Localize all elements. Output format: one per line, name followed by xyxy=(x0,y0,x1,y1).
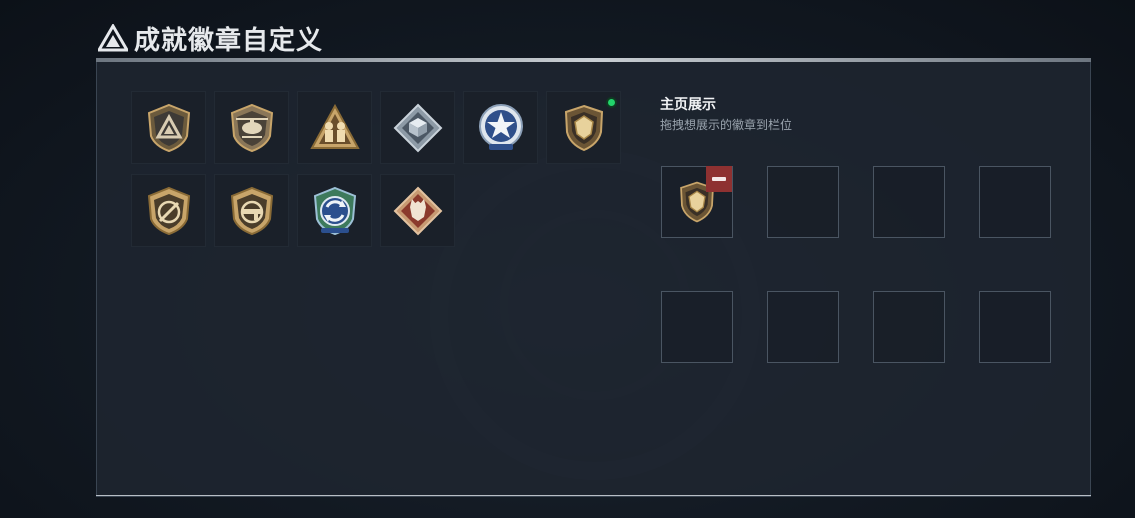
arrows-circle-badge-icon xyxy=(313,186,356,235)
panel-top-border xyxy=(96,58,1091,62)
remove-badge-button[interactable] xyxy=(706,166,732,192)
badge-slot-4[interactable] xyxy=(380,91,455,164)
panel-bottom-border xyxy=(96,495,1091,496)
triangle-shield-badge-icon xyxy=(147,103,190,152)
badge-slot-8[interactable] xyxy=(214,174,289,247)
badge-slot-2[interactable] xyxy=(214,91,289,164)
badge-slot-3[interactable] xyxy=(297,91,372,164)
showcase-slot-8[interactable] xyxy=(979,291,1051,363)
showcase-slot-5[interactable] xyxy=(661,291,733,363)
page-title: 成就徽章自定义 xyxy=(134,24,324,55)
star-laurel-badge-icon xyxy=(478,103,523,150)
rifle-shield-badge-icon xyxy=(230,186,273,235)
lion-shield-badge-icon xyxy=(564,104,603,151)
showcase-title: 主页展示 xyxy=(660,96,716,112)
cube-diamond-badge-icon xyxy=(393,103,442,152)
wolf-diamond-badge-icon xyxy=(393,186,442,235)
badge-slot-6[interactable] xyxy=(546,91,621,164)
new-badge-indicator xyxy=(606,97,617,108)
badge-slot-5[interactable] xyxy=(463,91,538,164)
badge-slot-7[interactable] xyxy=(131,174,206,247)
helicopter-shield-badge-icon xyxy=(230,103,273,152)
showcase-slot-7[interactable] xyxy=(873,291,945,363)
showcase-slot-2[interactable] xyxy=(767,166,839,238)
badge-slot-10[interactable] xyxy=(380,174,455,247)
showcase-slot-1[interactable] xyxy=(661,166,733,238)
gun-crossed-shield-badge-icon xyxy=(147,186,190,235)
minus-icon xyxy=(712,177,726,181)
showcase-slot-6[interactable] xyxy=(767,291,839,363)
triangle-emblem-icon xyxy=(98,24,128,52)
showcase-subtitle: 拖拽想展示的徽章到栏位 xyxy=(660,118,793,132)
showcase-slot-3[interactable] xyxy=(873,166,945,238)
badge-slot-9[interactable] xyxy=(297,174,372,247)
page-header: 成就徽章自定义 xyxy=(98,22,324,55)
badge-slot-1[interactable] xyxy=(131,91,206,164)
showcase-slot-4[interactable] xyxy=(979,166,1051,238)
soldiers-triangle-badge-icon xyxy=(309,103,360,149)
